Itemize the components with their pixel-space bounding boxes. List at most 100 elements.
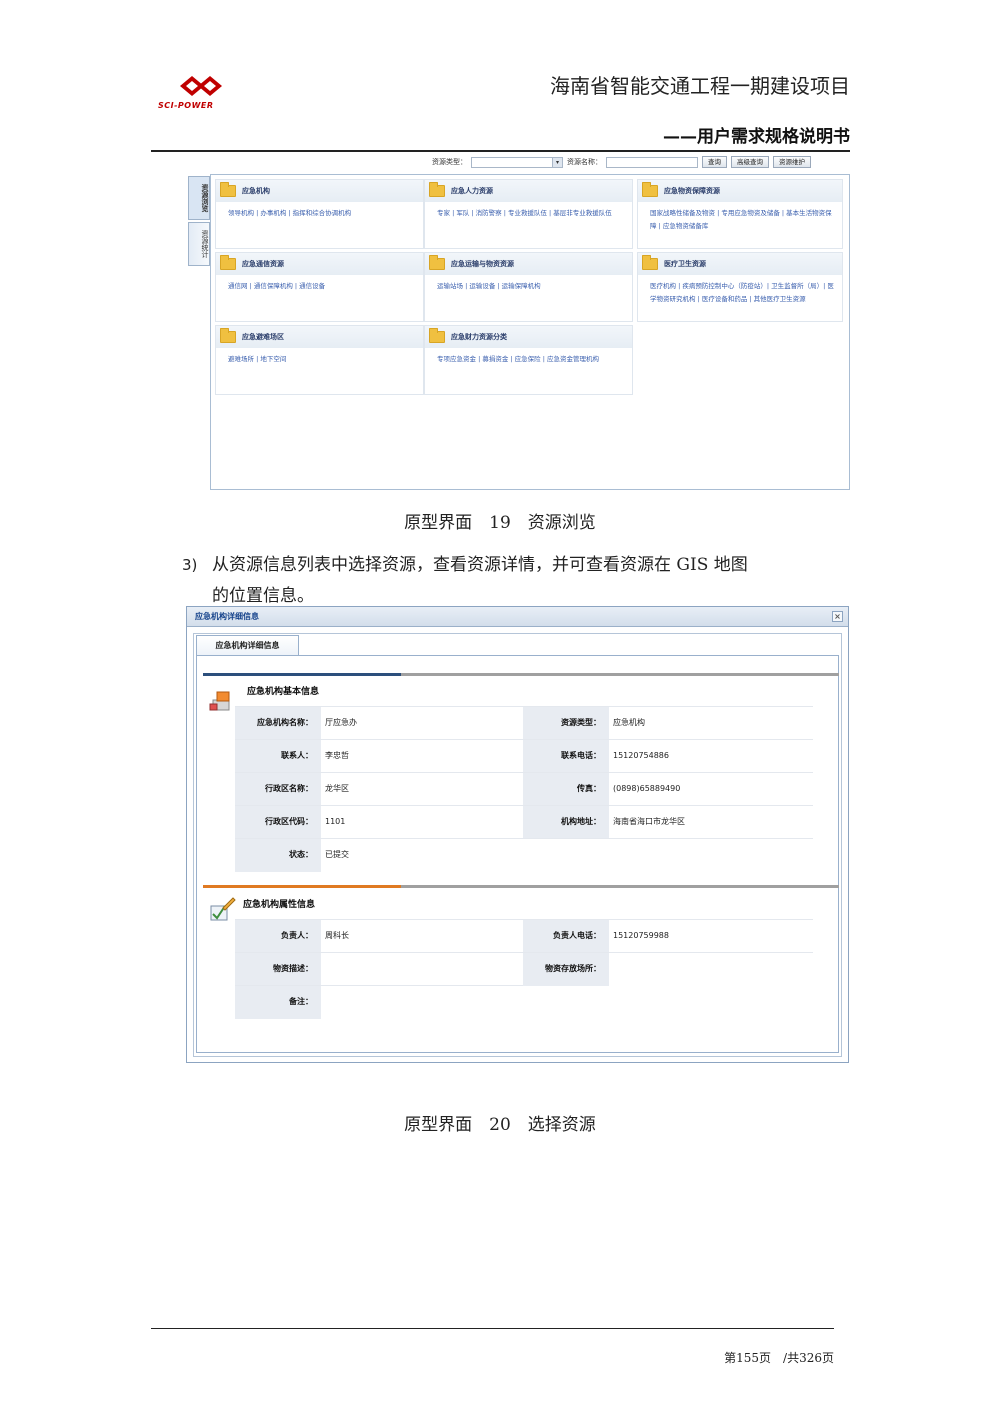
tab-resource-browse[interactable]: 资源浏览 bbox=[188, 176, 210, 220]
advanced-query-button[interactable]: 高级查询 bbox=[731, 156, 769, 168]
search-toolbar: 资源类型： ▾ 资源名称： 查询 高级查询 资源维护 bbox=[432, 154, 850, 170]
folder-icon bbox=[429, 255, 445, 270]
close-icon[interactable]: × bbox=[832, 611, 843, 622]
field-value: 15120759988 bbox=[613, 931, 669, 940]
field-label: 应急机构名称： bbox=[235, 707, 321, 740]
field-row: 联系人： 李忠哲 联系电话： 15120754886 bbox=[235, 739, 813, 773]
detail-window-screenshot: 应急机构详细信息 × 应急机构详细信息 应急机构基本信息 应急机构名称： 厅应急… bbox=[186, 606, 849, 1063]
field-value: 应急机构 bbox=[613, 718, 645, 727]
category-links[interactable]: 避难场所 | 地下空间 bbox=[216, 348, 423, 366]
folder-icon bbox=[220, 182, 236, 197]
category-title[interactable]: 应急机构 bbox=[242, 186, 270, 196]
field-value: (0898)65889490 bbox=[613, 784, 681, 793]
category-title[interactable]: 应急避难场区 bbox=[242, 332, 284, 342]
field-value: 1101 bbox=[325, 817, 346, 826]
field-label: 物资描述： bbox=[235, 953, 321, 986]
edit-document-icon bbox=[210, 897, 236, 921]
resource-browse-screenshot: 资源类型： ▾ 资源名称： 查询 高级查询 资源维护 资源浏览 资源统计 应急机… bbox=[186, 152, 850, 492]
vertical-tabs: 资源浏览 资源统计 bbox=[188, 176, 212, 268]
section-divider bbox=[203, 885, 839, 888]
field-value: 李忠哲 bbox=[325, 751, 349, 760]
field-value: 已提交 bbox=[325, 850, 349, 859]
basic-info-title: 应急机构基本信息 bbox=[247, 687, 320, 697]
category-card: 应急避难场区 避难场所 | 地下空间 bbox=[215, 325, 424, 395]
category-card: 应急机构 领导机构 | 办事机构 | 指挥和综合协调机构 bbox=[215, 179, 424, 249]
page-number: 第155页 /共326页 bbox=[724, 1351, 834, 1365]
field-value: 龙华区 bbox=[325, 784, 349, 793]
folder-icon bbox=[429, 328, 445, 343]
logo-text: SCI-POWER bbox=[158, 101, 214, 110]
package-icon bbox=[209, 691, 230, 711]
category-card: 应急运输与物资资源 运输站场 | 运输设备 | 运输保障机构 bbox=[424, 252, 633, 322]
field-value: 厅应急办 bbox=[325, 718, 357, 727]
category-title[interactable]: 应急财力资源分类 bbox=[451, 332, 507, 342]
category-links[interactable]: 领导机构 | 办事机构 | 指挥和综合协调机构 bbox=[216, 202, 423, 220]
category-links[interactable]: 专项应急资金 | 募捐资金 | 应急保险 | 应急资金管理机构 bbox=[425, 348, 632, 366]
category-links[interactable]: 医疗机构 | 疾病预防控制中心（防疫站）| 卫生监督所（局）| 医学物资研究机构… bbox=[638, 275, 842, 306]
field-row: 行政区代码： 1101 机构地址： 海南省海口市龙华区 bbox=[235, 805, 813, 839]
category-card: 应急通信资源 通信网 | 通信保障机构 | 通信设备 bbox=[215, 252, 424, 322]
category-card: 应急物资保障资源 国家战略性储备及物资 | 专用应急物资及储备 | 基本生活物资… bbox=[637, 179, 843, 249]
chevron-down-icon[interactable]: ▾ bbox=[552, 157, 562, 167]
folder-icon bbox=[642, 255, 658, 270]
field-label: 机构地址： bbox=[523, 806, 609, 839]
document-subtitle: ——用户需求规格说明书 bbox=[663, 127, 850, 147]
resource-name-input[interactable] bbox=[606, 156, 698, 168]
field-value: 15120754886 bbox=[613, 751, 669, 760]
resource-type-label: 资源类型： bbox=[432, 158, 467, 166]
field-value bbox=[609, 953, 809, 986]
window-title-bar: 应急机构详细信息 × bbox=[187, 607, 848, 627]
figure-caption-20: 原型界面 20 选择资源 bbox=[404, 1115, 596, 1135]
browse-panel: 应急机构 领导机构 | 办事机构 | 指挥和综合协调机构 应急人力资源 专家 |… bbox=[210, 174, 850, 490]
field-label: 负责人： bbox=[235, 920, 321, 953]
field-value bbox=[321, 953, 521, 986]
resource-name-label: 资源名称： bbox=[567, 158, 602, 166]
figure-caption-19: 原型界面 19 资源浏览 bbox=[404, 513, 596, 533]
category-title[interactable]: 应急人力资源 bbox=[451, 186, 493, 196]
field-row: 备注： bbox=[235, 985, 523, 1019]
field-row: 物资描述： 物资存放场所： bbox=[235, 952, 813, 986]
field-label: 资源类型： bbox=[523, 707, 609, 740]
category-links[interactable]: 运输站场 | 运输设备 | 运输保障机构 bbox=[425, 275, 632, 293]
category-links[interactable]: 专家 | 军队 | 消防警察 | 专业救援队伍 | 基层非专业救援队伍 bbox=[425, 202, 632, 220]
resource-maintain-button[interactable]: 资源维护 bbox=[773, 156, 811, 168]
category-title[interactable]: 医疗卫生资源 bbox=[664, 259, 706, 269]
step-paragraph: 3) 从资源信息列表中选择资源，查看资源详情，并可查看资源在 GIS 地图 的位置… bbox=[182, 550, 842, 612]
step-text-line1: 从资源信息列表中选择资源，查看资源详情，并可查看资源在 GIS 地图 bbox=[212, 555, 748, 575]
attribute-info-title: 应急机构属性信息 bbox=[243, 900, 316, 910]
footer-rule bbox=[151, 1328, 834, 1329]
category-title[interactable]: 应急通信资源 bbox=[242, 259, 284, 269]
resource-type-select[interactable]: ▾ bbox=[471, 156, 563, 168]
category-links[interactable]: 国家战略性储备及物资 | 专用应急物资及储备 | 基本生活物资保障 | 应急物资… bbox=[638, 202, 842, 233]
tab-resource-stats[interactable]: 资源统计 bbox=[188, 222, 210, 266]
category-card: 应急财力资源分类 专项应急资金 | 募捐资金 | 应急保险 | 应急资金管理机构 bbox=[424, 325, 633, 395]
field-label: 传真： bbox=[523, 773, 609, 806]
category-title[interactable]: 应急运输与物资资源 bbox=[451, 259, 514, 269]
category-title[interactable]: 应急物资保障资源 bbox=[664, 186, 720, 196]
field-row: 负责人： 周科长 负责人电话： 15120759988 bbox=[235, 919, 813, 953]
document-title: 海南省智能交通工程一期建设项目 bbox=[550, 74, 850, 98]
field-label: 备注： bbox=[235, 986, 321, 1019]
folder-icon bbox=[220, 328, 236, 343]
field-label: 联系电话： bbox=[523, 740, 609, 773]
step-number: 3) bbox=[182, 556, 198, 574]
tab-detail-info[interactable]: 应急机构详细信息 bbox=[196, 635, 299, 655]
folder-icon bbox=[429, 182, 445, 197]
field-label: 负责人电话： bbox=[523, 920, 609, 953]
window-title: 应急机构详细信息 bbox=[195, 612, 259, 621]
field-row: 行政区名称： 龙华区 传真： (0898)65889490 bbox=[235, 772, 813, 806]
query-button[interactable]: 查询 bbox=[702, 156, 727, 168]
category-card: 应急人力资源 专家 | 军队 | 消防警察 | 专业救援队伍 | 基层非专业救援… bbox=[424, 179, 633, 249]
field-label: 联系人： bbox=[235, 740, 321, 773]
field-value: 周科长 bbox=[325, 931, 349, 940]
field-value: 海南省海口市龙华区 bbox=[613, 817, 685, 826]
field-value bbox=[321, 986, 521, 1019]
folder-icon bbox=[642, 182, 658, 197]
section-divider bbox=[203, 673, 839, 676]
field-label: 行政区名称： bbox=[235, 773, 321, 806]
window-body: 应急机构详细信息 应急机构基本信息 应急机构名称： 厅应急办 资源类型： 应急机… bbox=[193, 633, 842, 1057]
field-label: 行政区代码： bbox=[235, 806, 321, 839]
category-links[interactable]: 通信网 | 通信保障机构 | 通信设备 bbox=[216, 275, 423, 293]
field-row: 应急机构名称： 厅应急办 资源类型： 应急机构 bbox=[235, 706, 813, 740]
tab-panel: 应急机构基本信息 应急机构名称： 厅应急办 资源类型： 应急机构 联系人： 李忠… bbox=[196, 655, 839, 1053]
